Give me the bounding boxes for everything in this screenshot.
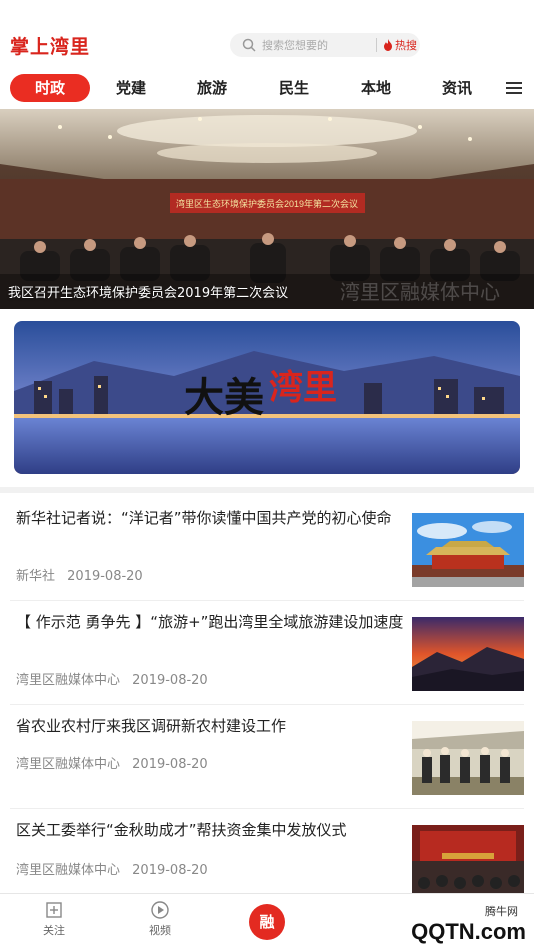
- tab-shizheng[interactable]: 时政: [10, 74, 90, 102]
- news-title: 区关工委举行“金秋助成才”帮扶资金集中发放仪式: [16, 821, 347, 839]
- section-divider: [0, 487, 534, 493]
- news-item[interactable]: 省农业农村厅来我区调研新农村建设工作 湾里区融媒体中心 2019-08-20: [0, 705, 534, 809]
- category-tabs: 时政 党建 旅游 民生 本地 资讯: [0, 70, 534, 108]
- news-title: 省农业农村厅来我区调研新农村建设工作: [16, 717, 287, 735]
- news-title: 新华社记者说：“洋记者”带你读懂中国共产党的初心使命: [16, 509, 392, 527]
- news-thumbnail: [412, 721, 524, 795]
- news-source: 湾里区融媒体中心: [16, 673, 121, 688]
- tab-dangjian[interactable]: 党建: [91, 74, 171, 102]
- news-thumbnail: [412, 513, 524, 587]
- banner-title-red: 湾里: [269, 368, 337, 408]
- search-icon: [242, 38, 256, 52]
- search-placeholder: 搜索您想要的: [262, 39, 328, 52]
- news-meta: 湾里区融媒体中心 2019-08-20: [16, 859, 208, 878]
- meeting-photo: 湾里区生态环境保护委员会2019年第二次会议 湾里区融媒体中心: [0, 109, 534, 309]
- news-source: 湾里区融媒体中心: [16, 863, 121, 878]
- tab-lvyou[interactable]: 旅游: [172, 74, 252, 102]
- search-bar[interactable]: 搜索您想要的 热搜: [230, 33, 420, 57]
- news-date: 2019-08-20: [132, 863, 208, 878]
- video-play-icon: [151, 901, 169, 919]
- menu-icon[interactable]: [502, 76, 526, 100]
- nav-video[interactable]: 视频: [130, 900, 190, 938]
- news-item[interactable]: 新华社记者说：“洋记者”带你读懂中国共产党的初心使命 新华社 2019-08-2…: [0, 497, 534, 601]
- nav-follow[interactable]: 关注: [24, 900, 84, 938]
- news-meta: 新华社 2019-08-20: [16, 565, 143, 584]
- site-watermark: 腾牛网 QQTN.com: [330, 893, 534, 948]
- header: 掌上湾里 搜索您想要的 热搜: [0, 0, 534, 70]
- logo-text: 掌上湾里: [10, 35, 91, 58]
- news-meta: 湾里区融媒体中心 2019-08-20: [16, 669, 208, 688]
- meeting-banner-text: 湾里区生态环境保护委员会2019年第二次会议: [176, 198, 358, 209]
- news-date: 2019-08-20: [132, 757, 208, 772]
- tab-zixun[interactable]: 资讯: [417, 74, 497, 102]
- news-date: 2019-08-20: [132, 673, 208, 688]
- hot-search-button[interactable]: 热搜: [383, 37, 417, 53]
- follow-icon: [46, 902, 62, 918]
- news-thumbnail: [412, 825, 524, 899]
- hot-search-label: 热搜: [395, 39, 417, 52]
- app-screen: 掌上湾里 搜索您想要的 热搜 时政 党建 旅游 民生 本地 资讯 湾里区生态环境…: [0, 0, 534, 948]
- news-source: 新华社: [16, 569, 56, 584]
- app-logo[interactable]: 掌上湾里: [10, 30, 90, 60]
- flame-icon: [384, 39, 392, 51]
- promo-banner[interactable]: 大美 湾里: [14, 321, 520, 474]
- news-date: 2019-08-20: [67, 569, 143, 584]
- nav-video-label: 视频: [149, 924, 171, 937]
- nav-follow-label: 关注: [43, 924, 65, 937]
- nav-rong-button[interactable]: 融: [249, 904, 285, 940]
- news-meta: 湾里区融媒体中心 2019-08-20: [16, 753, 208, 772]
- tab-minsheng[interactable]: 民生: [254, 74, 334, 102]
- city-night-photo: 大美 湾里: [14, 321, 520, 474]
- tab-bendi[interactable]: 本地: [336, 74, 416, 102]
- hero-carousel[interactable]: 湾里区生态环境保护委员会2019年第二次会议 湾里区融媒体中心 我区召开生态环境…: [0, 109, 534, 309]
- news-thumbnail: [412, 617, 524, 691]
- banner-title-black: 大美: [184, 374, 264, 421]
- hero-caption: 我区召开生态环境保护委员会2019年第二次会议: [8, 286, 289, 301]
- watermark-text: QQTN.com: [411, 919, 526, 944]
- hero-watermark-text: 湾里区融媒体中心: [340, 281, 500, 304]
- news-item[interactable]: 【 作示范 勇争先 】“旅游+”跑出湾里全域旅游建设加速度 湾里区融媒体中心 2…: [0, 601, 534, 705]
- search-divider: [376, 38, 377, 52]
- news-source: 湾里区融媒体中心: [16, 757, 121, 772]
- news-title: 【 作示范 勇争先 】“旅游+”跑出湾里全域旅游建设加速度: [16, 613, 404, 631]
- watermark-small-text: 腾牛网: [485, 904, 518, 918]
